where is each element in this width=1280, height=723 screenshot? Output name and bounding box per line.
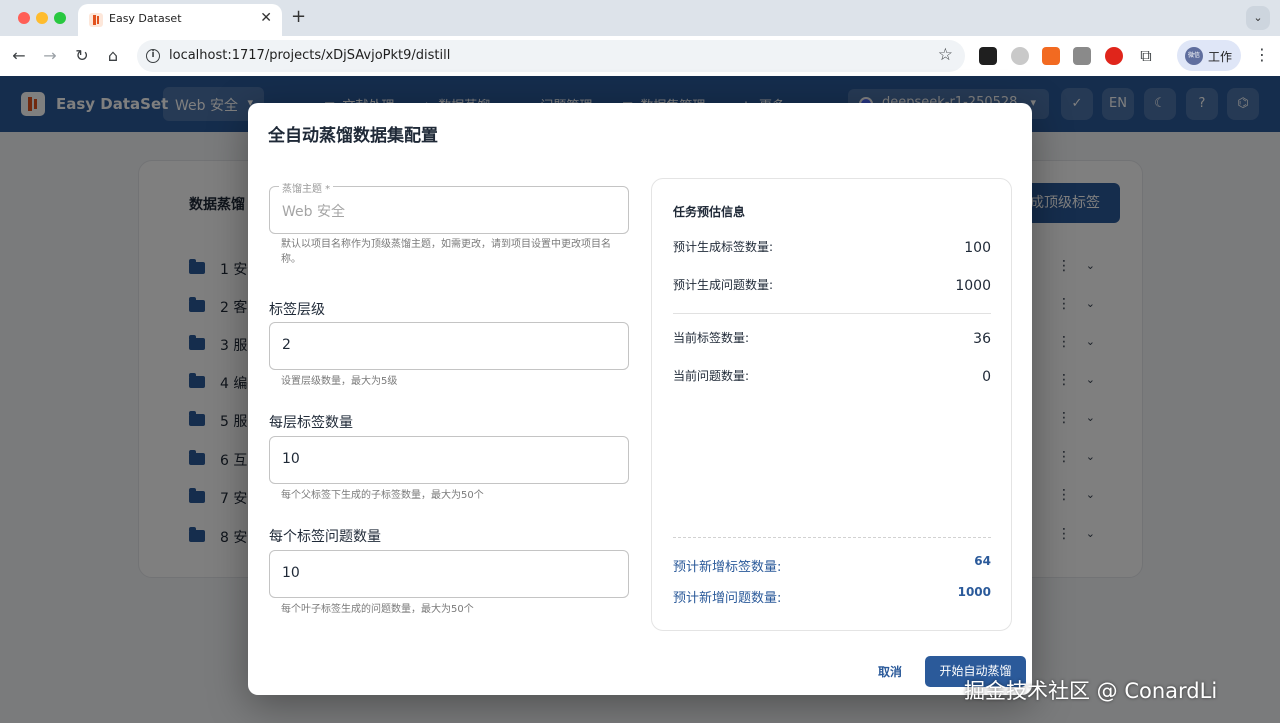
new-tags-label: 预计新增标签数量: (673, 560, 782, 575)
new-tab-button[interactable]: + (291, 6, 306, 27)
home-icon[interactable]: ⌂ (101, 44, 125, 68)
task-estimate-panel: 任务预估信息 预计生成标签数量: 100 预计生成问题数量: 1000 当前标签… (651, 178, 1012, 631)
estimated-tags-label: 预计生成标签数量: (673, 240, 774, 254)
levels-input[interactable]: 2 (269, 322, 629, 370)
window-close-button[interactable] (18, 12, 30, 24)
tab-search-button[interactable]: ⌄ (1246, 6, 1270, 30)
back-icon[interactable]: ← (7, 44, 31, 68)
extension-1-icon[interactable] (979, 47, 997, 65)
tags-per-level-input[interactable]: 10 (269, 436, 629, 484)
estimated-tags-row: 预计生成标签数量: 100 (673, 238, 991, 258)
window-zoom-button[interactable] (54, 12, 66, 24)
estimated-questions-row: 预计生成问题数量: 1000 (673, 276, 991, 296)
tags-per-level-value[interactable]: 10 (282, 451, 300, 467)
questions-per-tag-label: 每个标签问题数量 (269, 529, 381, 545)
current-tags-row: 当前标签数量: 36 (673, 329, 991, 349)
current-tags-label: 当前标签数量: (673, 331, 750, 345)
current-tags-value: 36 (973, 331, 991, 347)
bookmark-star-icon[interactable]: ☆ (938, 45, 953, 65)
distill-topic-helper: 默认以项目名称作为顶级蒸馏主题，如需更改，请到项目设置中更改项目名称。 (281, 239, 611, 265)
levels-value[interactable]: 2 (282, 337, 291, 353)
extension-2-icon[interactable] (1011, 47, 1029, 65)
estimated-questions-label: 预计生成问题数量: (673, 278, 774, 292)
questions-per-tag-input[interactable]: 10 (269, 550, 629, 598)
task-estimate-title: 任务预估信息 (673, 205, 746, 219)
browser-tab-bar: Easy Dataset ✕ + ⌄ (0, 0, 1280, 36)
current-questions-value: 0 (982, 369, 991, 385)
current-questions-row: 当前问题数量: 0 (673, 367, 991, 387)
tags-per-level-helper: 每个父标签下生成的子标签数量，最大为50个 (281, 490, 484, 501)
browser-menu-icon[interactable]: ⋮ (1254, 45, 1270, 64)
crx-extension-icon[interactable] (1073, 47, 1091, 65)
watermark-text: 掘金技术社区 @ ConardLi (964, 679, 1218, 703)
divider (673, 313, 991, 314)
estimated-questions-value: 1000 (955, 278, 991, 294)
levels-helper: 设置层级数量，最大为5级 (281, 376, 398, 387)
dashed-divider (673, 537, 991, 538)
browser-tab-active[interactable]: Easy Dataset ✕ (78, 4, 282, 36)
address-bar[interactable]: i localhost:1717/projects/xDjSAvjoPkt9/d… (137, 40, 965, 72)
distill-topic-label: 蒸馏主题 * (279, 180, 334, 195)
new-questions-value: 1000 (957, 585, 991, 599)
tab-close-icon[interactable]: ✕ (260, 10, 272, 26)
questions-per-tag-helper: 每个叶子标签生成的问题数量，最大为50个 (281, 604, 474, 615)
new-tags-row: 预计新增标签数量: 64 (673, 554, 991, 576)
tab-title: Easy Dataset (109, 12, 182, 25)
profile-button[interactable]: 微信 工作 (1177, 40, 1241, 71)
levels-label: 标签层级 (269, 302, 325, 318)
distill-topic-value: Web 安全 (282, 204, 345, 220)
site-info-icon[interactable]: i (146, 49, 160, 63)
extension-5-icon[interactable] (1105, 47, 1123, 65)
current-questions-label: 当前问题数量: (673, 369, 750, 383)
new-questions-label: 预计新增问题数量: (673, 591, 782, 606)
reload-icon[interactable]: ↻ (70, 44, 94, 68)
dialog-title: 全自动蒸馏数据集配置 (268, 126, 438, 146)
easy-dataset-favicon-icon (89, 13, 103, 27)
questions-per-tag-value[interactable]: 10 (282, 565, 300, 581)
distill-topic-field: 蒸馏主题 * Web 安全 (269, 180, 629, 234)
estimated-tags-value: 100 (964, 240, 991, 256)
browser-toolbar: ← → ↻ ⌂ i localhost:1717/projects/xDjSAv… (0, 36, 1280, 76)
new-questions-row: 预计新增问题数量: 1000 (673, 585, 991, 607)
new-tags-value: 64 (974, 554, 991, 568)
extensions-puzzle-icon[interactable]: ⧉ (1134, 44, 1158, 68)
extension-3-icon[interactable] (1042, 47, 1060, 65)
window-minimize-button[interactable] (36, 12, 48, 24)
url-text[interactable]: localhost:1717/projects/xDjSAvjoPkt9/dis… (169, 48, 450, 63)
tags-per-level-label: 每层标签数量 (269, 415, 353, 431)
cancel-button[interactable]: 取消 (860, 657, 920, 687)
profile-label: 工作 (1208, 50, 1233, 64)
profile-avatar: 微信 (1185, 47, 1203, 65)
auto-distill-dialog: 全自动蒸馏数据集配置 蒸馏主题 * Web 安全 默认以项目名称作为顶级蒸馏主题… (248, 103, 1032, 695)
forward-icon[interactable]: → (38, 44, 62, 68)
